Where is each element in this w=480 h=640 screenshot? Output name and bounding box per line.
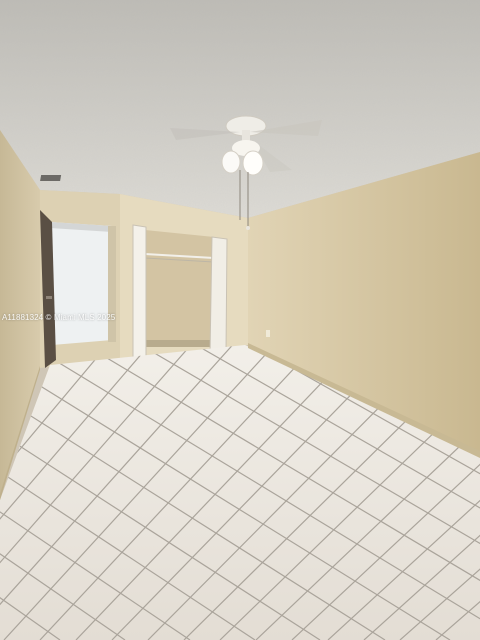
doorway <box>50 222 112 345</box>
listing-watermark: A11881324 © Miami MLS 2025 <box>2 313 116 322</box>
wall-outlet <box>266 330 270 337</box>
air-vent <box>40 175 62 181</box>
closet-door-right <box>209 236 228 355</box>
closet-door-left <box>132 224 147 363</box>
closet-interior <box>145 230 214 345</box>
room-photo: A11881324 © Miami MLS 2025 <box>0 0 480 640</box>
